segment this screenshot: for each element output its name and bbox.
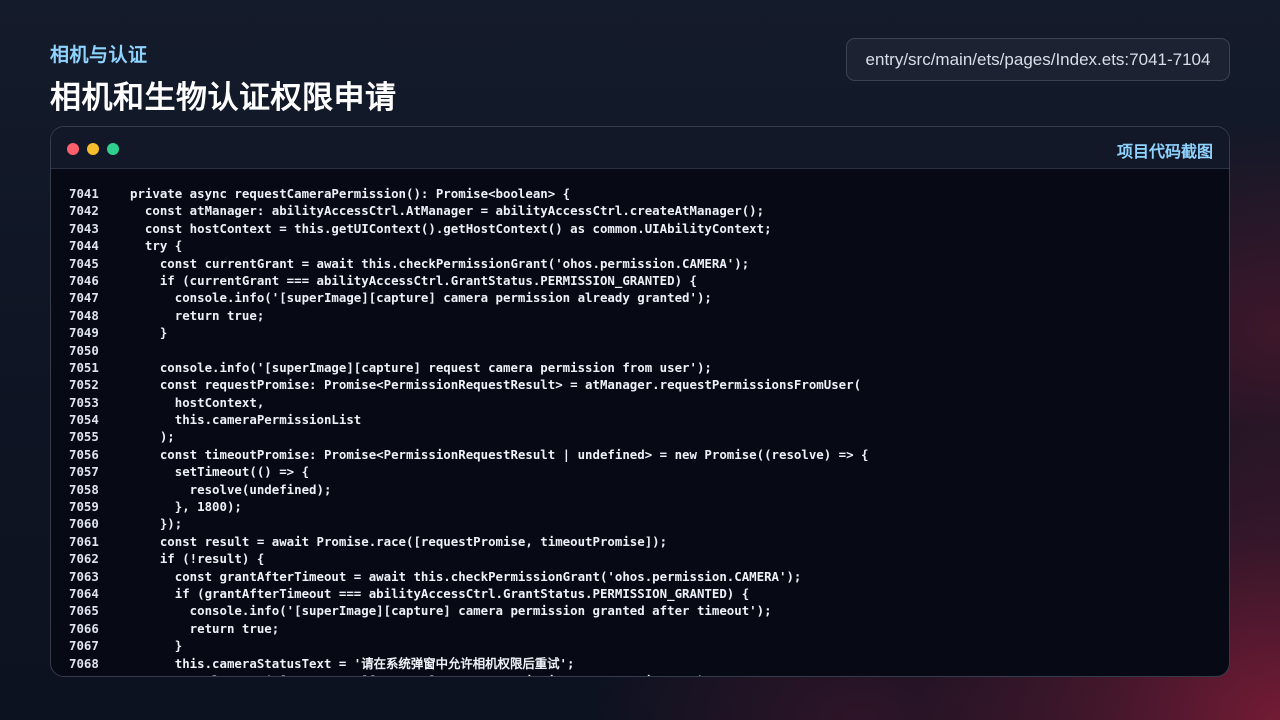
code-line: 7047 console.info('[superImage][capture]… [51,289,1229,306]
code-text: return true; [130,620,280,636]
code-text: const timeoutPromise: Promise<Permission… [130,446,869,462]
code-text: const currentGrant = await this.checkPer… [130,255,750,271]
code-line: 7051 console.info('[superImage][capture]… [51,359,1229,376]
line-number: 7068 [69,655,99,671]
code-line: 7060 }); [51,515,1229,532]
maximize-dot-icon [107,143,119,155]
page-title: 相机和生物认证权限申请 [50,80,397,116]
line-number: 7058 [69,481,99,497]
code-line: 7068 this.cameraStatusText = '请在系统弹窗中允许相… [51,655,1229,672]
code-window: 项目代码截图 7041 private async requestCameraPe… [50,126,1230,677]
line-number: 7043 [69,220,99,236]
code-text: resolve(undefined); [130,481,332,497]
code-line: 7054 this.cameraPermissionList [51,411,1229,428]
line-number: 7042 [69,203,99,219]
code-line: 7062 if (!result) { [51,550,1229,567]
code-line: 7053 hostContext, [51,394,1229,411]
code-line: 7044 try { [51,237,1229,254]
line-number: 7057 [69,464,99,480]
line-number: 7067 [69,638,99,654]
code-line: 7057 setTimeout(() => { [51,463,1229,480]
window-label: 项目代码截图 [1116,142,1213,161]
line-number: 7045 [69,255,99,271]
line-number: 7055 [69,429,99,445]
code-text: setTimeout(() => { [130,464,310,480]
line-number: 7064 [69,585,99,601]
code-text: if (grantAfterTimeout === abilityAccessC… [130,585,750,601]
minimize-dot-icon [87,143,99,155]
code-text: } [130,638,183,654]
line-number: 7051 [69,359,99,375]
code-line: 7050 [51,342,1229,359]
line-number: 7056 [69,446,99,462]
line-number: 7061 [69,533,99,549]
code-text: console.info('[superImage][capture] came… [130,290,712,306]
line-number: 7065 [69,603,99,619]
code-line: 7069 console.warn('[superImage][capture]… [51,672,1229,676]
line-number: 7048 [69,307,99,323]
code-line: 7052 const requestPromise: Promise<Permi… [51,376,1229,393]
code-line: 7041 private async requestCameraPermissio… [51,185,1229,202]
code-line: 7058 resolve(undefined); [51,481,1229,498]
code-text: }, 1800); [130,499,242,515]
code-line: 7048 return true; [51,307,1229,324]
line-number: 7054 [69,412,99,428]
code-line: 7065 console.info('[superImage][capture]… [51,602,1229,619]
code-line: 7046 if (currentGrant === abilityAccessC… [51,272,1229,289]
line-number: 7069 [51,672,130,676]
line-number: 7041 [69,186,99,201]
code-line: 7061 const result = await Promise.race([… [51,533,1229,550]
code-line: 7067 } [51,637,1229,654]
code-listing: 7041 private async requestCameraPermissio… [51,185,1229,676]
code-line: 7056 const timeoutPromise: Promise<Permi… [51,446,1229,463]
code-text: const grantAfterTimeout = await this.che… [130,568,802,584]
close-dot-icon [67,143,79,155]
code-line: 7066 return true; [51,620,1229,637]
code-text: const result = await Promise.race([reque… [130,533,668,549]
line-number: 7053 [69,394,99,410]
code-line: 7059 }, 1800); [51,498,1229,515]
code-text: console.info('[superImage][capture] came… [130,603,772,619]
code-text: this.cameraStatusText = '请在系统弹窗中允许相机权限后重… [130,655,575,671]
code-text: return true; [130,307,265,323]
line-number: 7050 [69,342,99,358]
line-number: 7044 [69,238,99,254]
line-number: 7047 [69,290,99,306]
code-text: hostContext, [130,394,265,410]
line-number: 7066 [69,620,99,636]
code-text: ); [130,429,175,445]
code-text: const atManager: abilityAccessCtrl.AtMan… [130,203,765,219]
code-text: }); [130,516,183,532]
code-text: } [130,325,168,341]
code-line: 7063 const grantAfterTimeout = await thi… [51,568,1229,585]
code-text: this.cameraPermissionList [130,412,362,428]
code-text: private async requestCameraPermission():… [130,186,571,201]
code-text: const hostContext = this.getUIContext().… [130,220,772,236]
line-number: 7062 [69,551,99,567]
code-text: if (currentGrant === abilityAccessCtrl.G… [130,272,697,288]
code-text: const requestPromise: Promise<Permission… [130,377,862,393]
code-text: try { [130,238,183,254]
line-number: 7046 [69,272,99,288]
code-text: console.info('[superImage][capture] requ… [130,359,712,375]
section-eyebrow: 相机与认证 [50,44,148,66]
code-line: 7043 const hostContext = this.getUIConte… [51,220,1229,237]
window-titlebar: 项目代码截图 [51,127,1229,169]
line-number: 7059 [69,499,99,515]
line-number: 7049 [69,325,99,341]
code-line: 7055 ); [51,428,1229,445]
file-path-badge: entry/src/main/ets/pages/Index.ets:7041-… [846,38,1230,81]
line-number: 7060 [69,516,99,532]
code-line: 7045 const currentGrant = await this.che… [51,255,1229,272]
line-number: 7063 [69,568,99,584]
code-line: 7042 const atManager: abilityAccessCtrl.… [51,202,1229,219]
code-line: 7064 if (grantAfterTimeout === abilityAc… [51,585,1229,602]
line-number: 7052 [69,377,99,393]
code-line: 7049 } [51,324,1229,341]
code-text: if (!result) { [130,551,265,567]
code-text: console.warn('[superImage][capture] came… [130,672,712,676]
